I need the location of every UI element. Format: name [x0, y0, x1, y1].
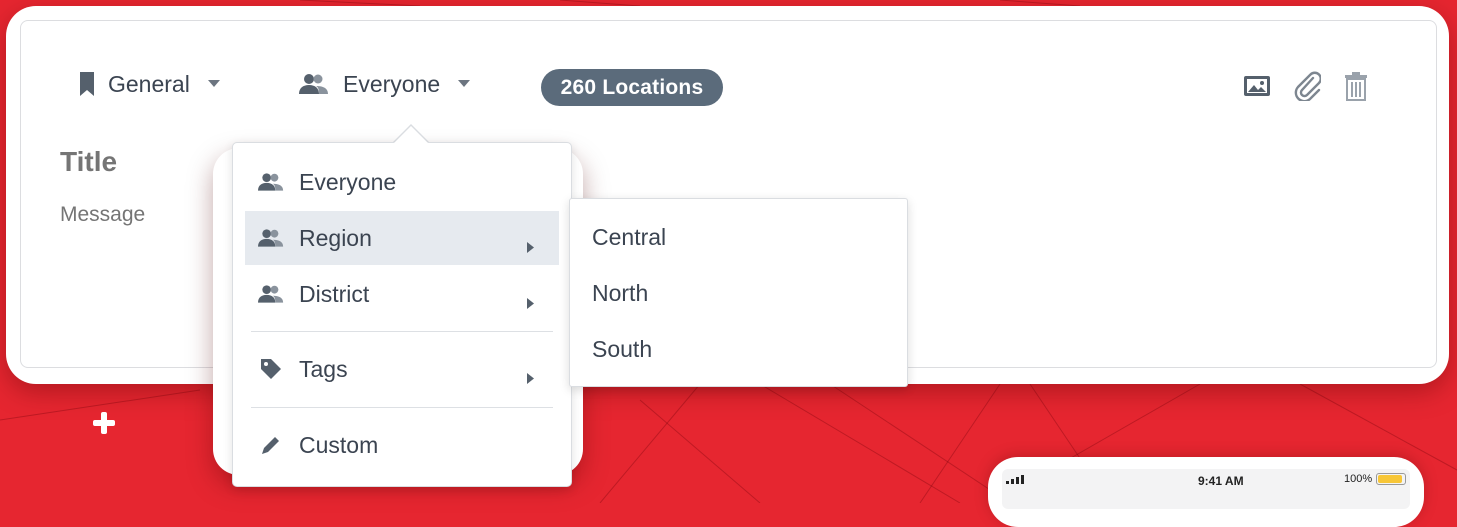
battery-indicator: 100%: [1344, 473, 1407, 485]
menu-item-label: Tags: [299, 355, 348, 382]
menu-item-label: Everyone: [299, 168, 397, 195]
tag-icon: [257, 357, 285, 381]
submenu-item-central[interactable]: Central: [592, 217, 882, 257]
battery-percent: 100%: [1344, 473, 1373, 485]
title-input[interactable]: [58, 145, 222, 179]
submenu-item-north[interactable]: North: [592, 273, 882, 313]
audience-dropdown[interactable]: Everyone: [299, 64, 471, 104]
people-icon: [257, 172, 285, 192]
battery-icon: [1376, 473, 1407, 485]
chevron-right-icon: [527, 288, 535, 315]
signal-icon: [1006, 475, 1024, 484]
people-icon: [257, 228, 285, 248]
trash-icon[interactable]: [1343, 71, 1369, 101]
menu-divider: [251, 331, 553, 332]
people-icon: [299, 73, 329, 95]
locations-badge: 260 Locations: [541, 69, 723, 106]
menu-item-tags[interactable]: Tags: [245, 342, 559, 396]
message-input[interactable]: [58, 202, 222, 228]
menu-item-district[interactable]: District: [245, 267, 559, 321]
category-dropdown[interactable]: General: [80, 64, 220, 104]
bookmark-icon: [80, 72, 94, 96]
menu-item-label: Region: [299, 224, 372, 251]
people-icon: [257, 284, 285, 304]
menu-pointer-fill: [394, 126, 428, 143]
menu-item-region[interactable]: Region: [245, 211, 559, 265]
menu-item-everyone[interactable]: Everyone: [245, 155, 559, 209]
chevron-right-icon: [527, 232, 535, 259]
phone-time: 9:41 AM: [1198, 474, 1244, 488]
audience-label: Everyone: [343, 70, 441, 97]
audience-menu: Everyone Region District Tags Custom: [232, 142, 572, 487]
card-actions: [1243, 71, 1369, 101]
image-icon[interactable]: [1243, 75, 1271, 97]
menu-item-label: District: [299, 280, 370, 307]
category-label: General: [108, 70, 190, 97]
chevron-right-icon: [527, 363, 535, 390]
menu-divider: [251, 407, 553, 408]
menu-item-label: Custom: [299, 431, 379, 458]
paperclip-icon[interactable]: [1293, 71, 1321, 101]
pencil-icon: [257, 434, 285, 456]
menu-item-custom[interactable]: Custom: [245, 418, 559, 472]
phone-preview: 9:41 AM 100%: [988, 457, 1424, 527]
submenu-item-south[interactable]: South: [592, 329, 882, 369]
add-icon[interactable]: [91, 410, 117, 441]
region-submenu: Central North South: [569, 198, 908, 387]
chevron-down-icon: [458, 80, 471, 88]
chevron-down-icon: [207, 80, 220, 88]
